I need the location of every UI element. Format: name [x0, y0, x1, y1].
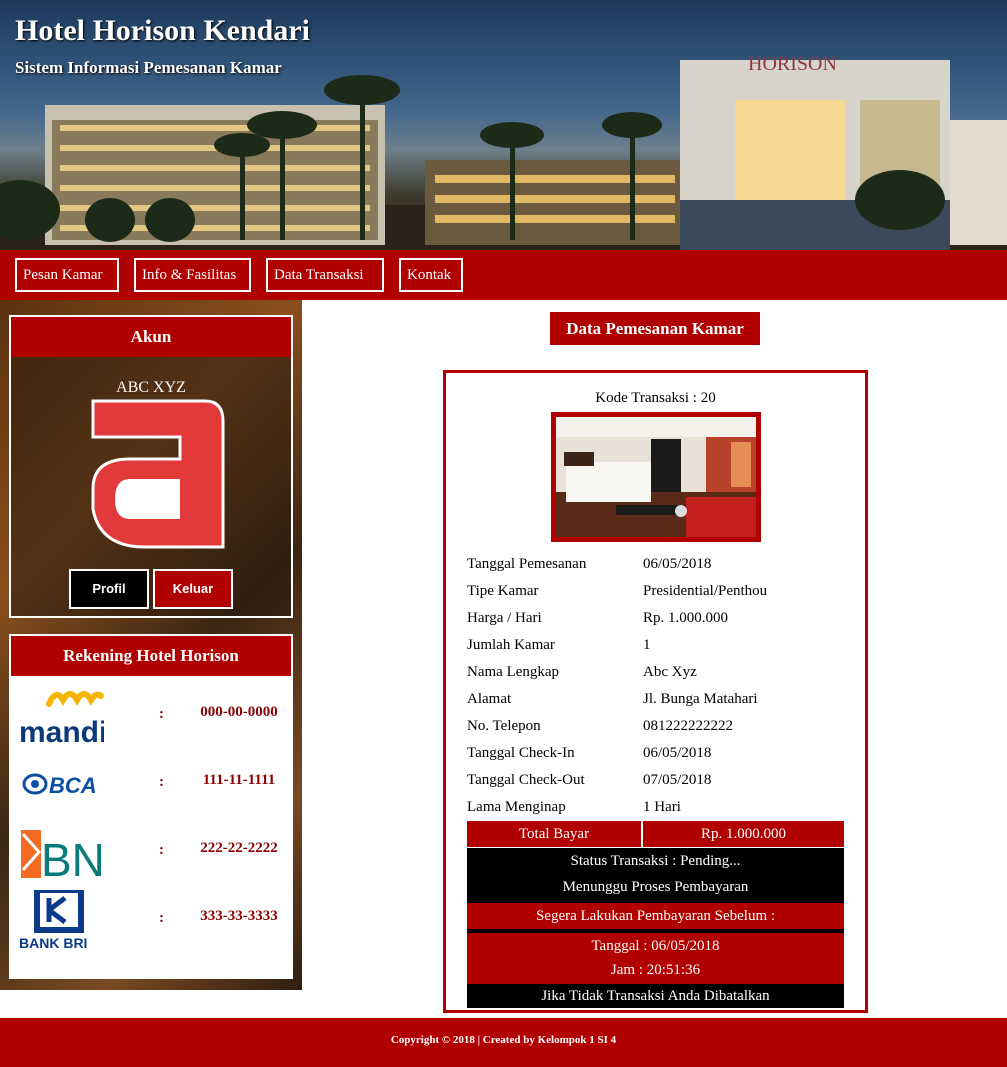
site-subtitle: Sistem Informasi Pemesanan Kamar	[15, 58, 282, 77]
nav-data-transaksi[interactable]: Data Transaksi	[266, 258, 384, 292]
bank-row-bri: BANK BRI : 333-33-3333	[11, 886, 291, 954]
svg-text:BCA: BCA	[49, 773, 97, 798]
svg-text:BNI: BNI	[41, 834, 104, 882]
footer: Copyright © 2018 | Created by Kelompok 1…	[0, 1018, 1007, 1067]
detail-value: 06/05/2018	[643, 745, 712, 761]
detail-label: Tanggal Check-Out	[467, 772, 585, 788]
detail-row: Tanggal Check-Out 07/05/2018	[467, 767, 847, 794]
footer-copyright: Copyright © 2018 | Created by Kelompok 1…	[390, 1034, 617, 1046]
bank-row-bni: BNI : 222-22-2222	[11, 818, 291, 886]
total-bayar-row: Total Bayar Rp. 1.000.000	[467, 821, 844, 847]
bca-logo: BCA	[22, 773, 97, 798]
bank-account-mandiri: 000-00-0000	[200, 704, 278, 720]
status-line: Status Transaksi : Pending...	[570, 853, 741, 869]
bank-colon: :	[159, 910, 164, 926]
deadline-box: Tanggal : 06/05/2018 Jam : 20:51:36	[467, 933, 844, 984]
detail-label: Jumlah Kamar	[467, 637, 555, 653]
bank-colon: :	[159, 774, 164, 790]
detail-value: Presidential/Penthou	[643, 583, 768, 599]
bank-account-bca: 111-11-1111	[202, 772, 276, 788]
user-name: ABC XYZ	[116, 379, 186, 396]
detail-label: Alamat	[467, 691, 512, 707]
bni-logo: BNI	[21, 830, 104, 882]
kode-transaksi: Kode Transaksi : 20	[595, 390, 716, 406]
detail-value: 1	[643, 637, 651, 653]
keluar-button[interactable]: Keluar	[153, 569, 233, 609]
deadline-heading: Segera Lakukan Pembayaran Sebelum :	[467, 903, 844, 933]
detail-label: Tanggal Pemesanan	[467, 556, 587, 572]
rekening-panel: Rekening Hotel Horison mandiri : 000-00-…	[9, 634, 293, 979]
detail-value: 081222222222	[643, 718, 733, 734]
total-value: Rp. 1.000.000	[700, 826, 786, 842]
detail-value: 06/05/2018	[643, 556, 712, 572]
detail-label: No. Telepon	[467, 718, 541, 734]
page-title: Data Pemesanan Kamar	[550, 312, 760, 345]
rekening-panel-title: Rekening Hotel Horison	[11, 636, 291, 676]
detail-value: 07/05/2018	[643, 772, 712, 788]
detail-label: Harga / Hari	[467, 610, 542, 626]
nav-kontak[interactable]: Kontak	[399, 258, 463, 292]
hotel-sign-text: HORISON	[748, 53, 837, 75]
nav-pesan-kamar[interactable]: Pesan Kamar	[15, 258, 119, 292]
detail-row: Jumlah Kamar 1	[467, 632, 847, 659]
detail-row: Nama Lengkap Abc Xyz	[467, 659, 847, 686]
detail-label: Tanggal Check-In	[467, 745, 575, 761]
status-box: Status Transaksi : Pending... Menunggu P…	[467, 848, 844, 903]
main-navbar: Pesan Kamar Info & Fasilitas Data Transa…	[0, 250, 1007, 300]
detail-row: Alamat Jl. Bunga Matahari	[467, 686, 847, 713]
bank-colon: :	[159, 706, 164, 722]
detail-value: Rp. 1.000.000	[643, 610, 729, 626]
detail-label: Tipe Kamar	[467, 583, 539, 599]
detail-row: Lama Menginap 1 Hari	[467, 794, 847, 821]
cancel-warning: Jika Tidak Transaksi Anda Dibatalkan	[467, 984, 844, 1008]
bank-row-mandiri: mandiri : 000-00-0000	[11, 682, 291, 750]
detail-value: 1 Hari	[643, 799, 681, 815]
bank-account-bri: 333-33-3333	[200, 908, 278, 924]
detail-row: Tanggal Check-In 06/05/2018	[467, 740, 847, 767]
bank-account-bni: 222-22-2222	[200, 840, 278, 856]
akun-panel: Akun ABC XYZ Profil Keluar	[9, 315, 293, 618]
svg-text:BANK BRI: BANK BRI	[19, 935, 87, 950]
transaction-card: Kode Transaksi : 20 Tanggal Pemesanan 06/…	[443, 370, 868, 1013]
detail-label: Nama Lengkap	[467, 664, 560, 680]
svg-text:mandiri: mandiri	[19, 716, 104, 746]
akun-panel-title: Akun	[11, 317, 291, 357]
nav-info-fasilitas[interactable]: Info & Fasilitas	[134, 258, 251, 292]
detail-row: Tipe Kamar Presidential/Penthou	[467, 578, 847, 605]
detail-value: Jl. Bunga Matahari	[643, 691, 758, 707]
user-avatar-logo	[91, 399, 225, 549]
bank-colon: :	[159, 842, 164, 858]
profil-button[interactable]: Profil	[69, 569, 149, 609]
bri-logo: BANK BRI	[19, 890, 87, 950]
mandiri-logo: mandiri	[19, 691, 104, 746]
detail-row: Tanggal Pemesanan 06/05/2018	[467, 551, 847, 578]
bank-row-bca: BCA : 111-11-1111	[11, 750, 291, 818]
total-label: Total Bayar	[467, 821, 643, 847]
header-banner: HORISON Hotel Horison Kendari Sistem Inf…	[0, 0, 1007, 250]
sidebar: Akun ABC XYZ Profil Keluar Rekening Hote…	[0, 300, 302, 990]
room-photo	[556, 417, 756, 537]
room-image	[551, 412, 761, 542]
detail-value: Abc Xyz	[643, 664, 697, 680]
status-sub: Menunggu Proses Pembayaran	[562, 879, 749, 895]
deadline-date: Tanggal : 06/05/2018	[591, 938, 720, 954]
detail-row: No. Telepon 081222222222	[467, 713, 847, 740]
detail-row: Harga / Hari Rp. 1.000.000	[467, 605, 847, 632]
detail-label: Lama Menginap	[467, 799, 566, 815]
site-title: Hotel Horison Kendari	[15, 14, 310, 47]
deadline-time: Jam : 20:51:36	[610, 962, 701, 978]
